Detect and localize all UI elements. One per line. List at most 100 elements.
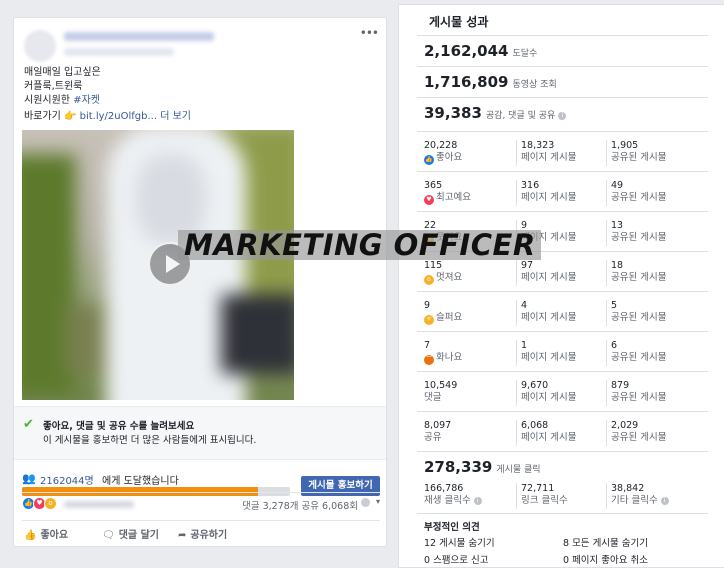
metric-value: 10,549 [424, 380, 458, 391]
metric-row: 9 ㅠ 슬퍼요 4 페이지 게시물 5 공유된 게시물 [417, 291, 708, 331]
boost-tip-subtitle: 이 게시물을 홍보하면 더 많은 사람들에게 표시됩니다. [43, 435, 257, 446]
metric-label-text: 페이지 게시물 [521, 312, 577, 323]
share-button[interactable]: ➦ 공유하기 [178, 526, 227, 541]
angry-icon: ︶ [424, 355, 434, 365]
metric-label-text: 페이지 게시물 [521, 272, 577, 283]
metric-label-text: 페이지 게시물 [521, 152, 577, 163]
like-button[interactable]: 👍 좋아요 [24, 526, 68, 541]
metric-cell: 10,549 댓글 [424, 380, 457, 404]
metric-row: 7 ︶ 화나요 1 페이지 게시물 6 공유된 게시물 [417, 331, 708, 371]
divider [417, 66, 708, 67]
metric-label: o 멋져요 [424, 272, 462, 285]
negative-feedback-title: 부정적인 의견 [424, 522, 480, 533]
wow-icon: o [424, 275, 434, 285]
post-actions: 👍 좋아요 🗨 댓글 달기 ➦ 공유하기 [22, 520, 380, 542]
metric-label-text: 공유된 게시물 [611, 432, 667, 443]
metric-cell: 316 페이지 게시물 [516, 180, 576, 206]
divider [417, 35, 708, 36]
more-dots-icon[interactable]: ••• [360, 26, 379, 40]
metric-value: 2,029 [611, 420, 639, 431]
metric-value: 365 [424, 180, 443, 191]
unlike-page-count: 0 페이지 좋아요 취소 [563, 555, 649, 566]
info-icon[interactable]: i [558, 112, 567, 120]
metric-label-text: 멋져요 [436, 272, 463, 283]
metric-label: 페이지 게시물 [521, 152, 576, 164]
reach-metric: 2,162,044 도달수 [424, 41, 537, 60]
metric-label: 페이지 게시물 [521, 312, 576, 324]
reaction-summary: 👍 ♥ o 댓글 3,278개 공유 6,068회 ▾ [22, 492, 380, 512]
post-header: ••• [24, 26, 379, 66]
metric-value: 18 [611, 260, 624, 271]
divider [417, 513, 708, 514]
watermark-banner: MARKETING OFFICER [178, 228, 541, 262]
pointing-hand-icon: 👉 [63, 111, 77, 122]
page-avatar[interactable] [24, 30, 56, 62]
metric-value: 6 [611, 340, 618, 351]
play-clicks: 166,786 재생 클릭수 i [424, 483, 482, 507]
metric-label-text: 공유된 게시물 [611, 272, 667, 283]
metric-label: 페이지 게시물 [521, 272, 576, 284]
reaction-names-blurred[interactable] [64, 501, 134, 508]
clicks-label: 게시물 클릭 [496, 465, 541, 475]
play-clicks-value: 166,786 [424, 483, 464, 494]
comment-button[interactable]: 🗨 댓글 달기 [102, 526, 159, 541]
wow-reaction-icon: o [44, 497, 57, 510]
reaction-icons[interactable]: 👍 ♥ o [22, 497, 62, 511]
info-icon[interactable]: i [660, 497, 669, 505]
post-video[interactable] [22, 130, 294, 400]
caption-link-line: 바로가기 👉 bit.ly/2uOlfgb... 더 보기 [24, 110, 378, 124]
share-icon: ➦ [178, 530, 187, 541]
metric-value: 9 [424, 300, 431, 311]
chevron-down-icon[interactable]: ▾ [376, 497, 380, 506]
views-value: 1,716,809 [424, 73, 509, 91]
hashtag-link[interactable]: #자켓 [73, 95, 100, 106]
engagement-value: 39,383 [424, 104, 482, 122]
metric-label-text: 화나요 [436, 352, 463, 363]
other-clicks: 38,842 기타 클릭수 i [606, 483, 669, 509]
page-name-blurred[interactable] [64, 32, 214, 41]
reach-count-link[interactable]: 2162044명 [40, 472, 94, 487]
divider [417, 97, 708, 98]
engagement-metric: 39,383 공감, 댓글 및 공유 i [424, 103, 567, 122]
play-clicks-label-text: 재생 클릭수 [424, 495, 471, 506]
metric-value: 49 [611, 180, 624, 191]
info-icon[interactable]: i [473, 497, 482, 505]
metric-cell: 6 공유된 게시물 [606, 340, 666, 366]
metric-row: 10,549 댓글 9,670 페이지 게시물 879 공유된 게시물 [417, 371, 708, 411]
metric-label: 댓글 [424, 392, 457, 404]
post-time-blurred [64, 48, 174, 56]
boost-tip: ✔ 좋아요, 댓글 및 공유 수를 늘려보세요 이 게시물을 홍보하면 더 많은… [14, 406, 386, 460]
see-more-link[interactable]: 더 보기 [160, 111, 191, 122]
hide-post-count: 12 게시물 숨기기 [424, 538, 495, 549]
like-label: 좋아요 [40, 530, 69, 541]
metric-label-text: 공유된 게시물 [611, 232, 667, 243]
comment-icon: 🗨 [102, 530, 115, 541]
metric-cell: 13 공유된 게시물 [606, 220, 666, 246]
metric-value: 316 [521, 180, 540, 191]
post-url-link[interactable]: bit.ly/2uOlfgb... [80, 111, 157, 122]
people-icon: 👥 [22, 472, 36, 485]
metric-label: 👍 좋아요 [424, 152, 462, 165]
metric-cell: 7 ︶ 화나요 [424, 340, 462, 365]
metric-label-text: 공유된 게시물 [611, 352, 667, 363]
metric-label-text: 공유 [424, 432, 442, 443]
spam-report-count: 0 스팸으로 신고 [424, 555, 489, 566]
metric-label: 공유된 게시물 [611, 192, 666, 204]
reach-text: 에게 도달했습니다 [102, 476, 179, 487]
metric-label: ㅠ 슬퍼요 [424, 312, 462, 325]
clicks-value: 278,339 [424, 458, 493, 476]
metric-label: ♥ 최고예요 [424, 192, 471, 205]
metric-label-text: 공유된 게시물 [611, 152, 667, 163]
like-icon: 👍 [424, 155, 434, 165]
checkmark-icon: ✔ [23, 417, 34, 432]
metric-label: 공유된 게시물 [611, 352, 666, 364]
post-caption: 매일매일 입고싶은 커플룩,트윈룩 시원시원한 #자켓 바로가기 👉 bit.l… [24, 66, 378, 124]
metric-cell: 115 o 멋져요 [424, 260, 462, 285]
comment-share-counts[interactable]: 댓글 3,278개 공유 6,068회 [242, 498, 358, 512]
sad-icon: ㅠ [424, 315, 434, 325]
clicks-metric: 278,339 게시물 클릭 [424, 457, 541, 476]
engagement-breakdown-grid: 20,228 👍 좋아요 18,323 페이지 게시물 1,905 공유된 게시물 365 ♥ 최… [417, 131, 708, 451]
metric-label-text: 페이지 게시물 [521, 352, 577, 363]
metric-label-text: 공유된 게시물 [611, 192, 667, 203]
metric-label-text: 페이지 게시물 [521, 432, 577, 443]
